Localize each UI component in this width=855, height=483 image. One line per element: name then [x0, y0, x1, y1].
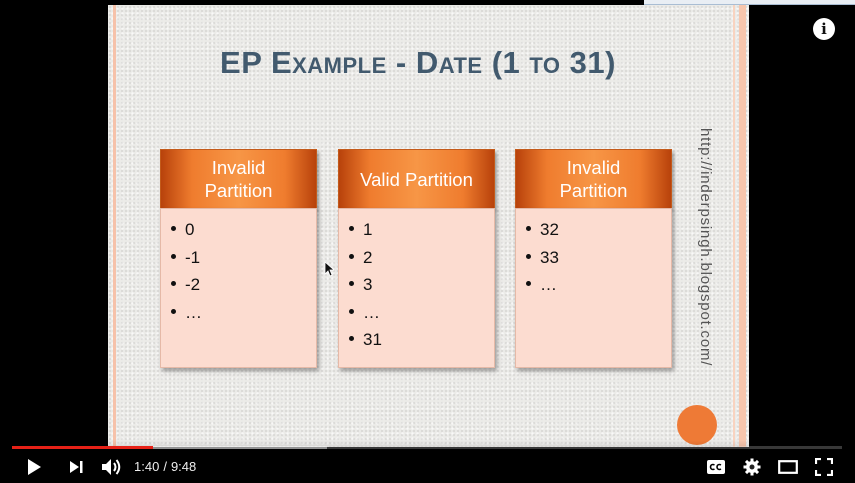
list-item-text: …	[363, 302, 380, 322]
info-icon[interactable]: i	[813, 18, 835, 40]
volume-button[interactable]	[99, 455, 125, 479]
bullet-icon	[349, 226, 354, 232]
play-icon	[28, 459, 41, 475]
partition-heading: Valid Partition	[338, 149, 495, 209]
play-button[interactable]	[22, 455, 46, 479]
partition-heading: Invalid Partition	[160, 149, 317, 209]
time-separator: /	[163, 459, 167, 474]
captions-button[interactable]	[704, 455, 728, 479]
partition-body: 0 -1 -2 …	[160, 208, 317, 368]
mouse-cursor-icon	[324, 261, 334, 277]
blog-url-watermark: http://inderpsingh.blogspot.com/	[697, 128, 714, 367]
list-item: 1	[349, 218, 490, 246]
bullet-icon	[526, 226, 531, 232]
list-item: …	[171, 301, 312, 329]
list-item-text: 2	[363, 247, 373, 267]
list-item-text: 31	[363, 330, 382, 349]
partition-list: 0 -1 -2 …	[171, 218, 312, 328]
list-item: 2	[349, 246, 490, 274]
time-display: 1:40/9:48	[134, 458, 196, 476]
theater-mode-icon	[778, 460, 798, 474]
current-time: 1:40	[134, 459, 160, 474]
list-item: 3	[349, 273, 490, 301]
partition-box-invalid-low: Invalid Partition 0 -1 -2 …	[160, 149, 317, 368]
bullet-icon	[526, 253, 531, 259]
partition-body: 32 33 …	[515, 208, 672, 368]
list-item-text: …	[185, 302, 202, 322]
partition-box-invalid-high: Invalid Partition 32 33 …	[515, 149, 672, 368]
list-item: …	[349, 301, 490, 329]
list-item-text: 33	[540, 247, 559, 267]
slide-decoration-circle	[677, 405, 717, 445]
cc-icon	[707, 460, 725, 474]
bullet-icon	[349, 308, 354, 314]
fullscreen-button[interactable]	[812, 455, 836, 479]
fullscreen-icon	[815, 458, 833, 476]
video-frame-slide[interactable]: EP Example - Date (1 to 31) Invalid Part…	[108, 5, 749, 447]
bullet-icon	[171, 308, 176, 314]
list-item-text: …	[540, 275, 557, 294]
volume-icon	[102, 459, 121, 475]
duration: 9:48	[170, 459, 197, 474]
list-item-text: -2	[185, 275, 201, 294]
partition-list: 32 33 …	[526, 218, 667, 301]
list-item: …	[526, 273, 667, 301]
list-item-text: 0	[185, 220, 195, 239]
partition-box-valid: Valid Partition 1 2 3 … 31	[338, 149, 495, 368]
bullet-icon	[171, 226, 176, 232]
bullet-icon	[171, 253, 176, 259]
partition-list: 1 2 3 … 31	[349, 218, 490, 356]
slide-border-right-inner	[733, 5, 735, 447]
list-item: 32	[526, 218, 667, 246]
next-button[interactable]	[64, 455, 88, 479]
list-item-text: 1	[363, 220, 373, 239]
list-item: 31	[349, 328, 490, 356]
progress-played	[12, 446, 154, 449]
list-item: -1	[171, 246, 312, 274]
bullet-icon	[349, 253, 354, 259]
bullet-icon	[349, 336, 354, 342]
partition-body: 1 2 3 … 31	[338, 208, 495, 368]
list-item: 33	[526, 246, 667, 274]
slide-border-right	[739, 5, 746, 447]
gear-icon	[743, 458, 761, 476]
partition-heading: Invalid Partition	[515, 149, 672, 209]
slide-title: EP Example - Date (1 to 31)	[220, 45, 616, 80]
list-item: -2	[171, 273, 312, 301]
list-item-text: 32	[540, 220, 559, 239]
next-icon	[70, 461, 83, 473]
list-item: 0	[171, 218, 312, 246]
bullet-icon	[171, 281, 176, 287]
list-item-text: 3	[363, 275, 373, 294]
bullet-icon	[526, 281, 531, 287]
video-player[interactable]: EP Example - Date (1 to 31) Invalid Part…	[0, 0, 855, 483]
settings-button[interactable]	[740, 455, 764, 479]
theater-mode-button[interactable]	[776, 455, 800, 479]
list-item-text: -1	[185, 247, 201, 267]
bullet-icon	[349, 281, 354, 287]
